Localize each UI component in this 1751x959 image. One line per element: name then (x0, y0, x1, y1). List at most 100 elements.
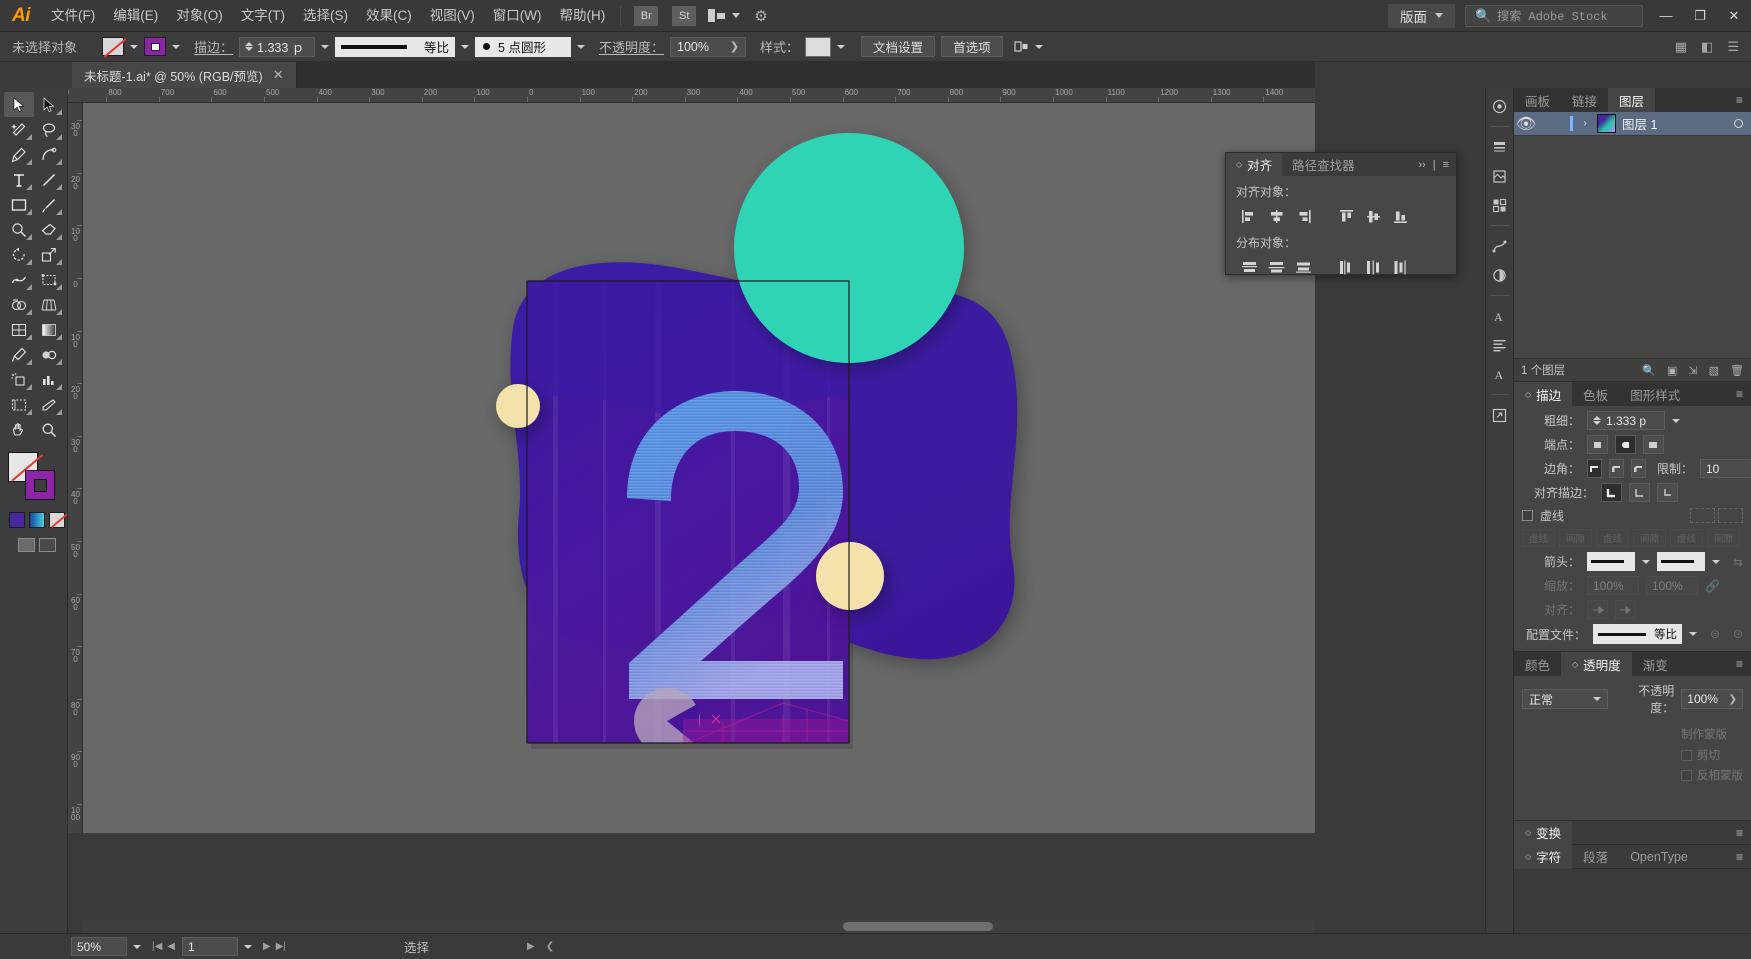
symbol-sprayer-tool[interactable] (4, 367, 34, 392)
document-setup-button[interactable]: 文档设置 (861, 36, 935, 57)
fill-swatch[interactable] (102, 37, 124, 56)
menu-edit[interactable]: 编辑(E) (104, 0, 167, 32)
stroke-color-swatch[interactable] (25, 470, 55, 500)
width-tool[interactable] (4, 267, 34, 292)
miter-limit-input[interactable]: 10 (1700, 459, 1751, 478)
artboard-tool[interactable] (4, 392, 34, 417)
image-trace-icon[interactable] (1488, 234, 1512, 258)
artboard-chevron-down-icon[interactable] (244, 945, 252, 949)
perspective-grid-tool[interactable] (34, 292, 64, 317)
maximize-button[interactable]: ❐ (1683, 0, 1717, 32)
next-artboard-button[interactable]: ▶ (263, 941, 271, 952)
close-button[interactable]: ✕ (1717, 0, 1751, 32)
stock-icon[interactable]: St (672, 6, 696, 26)
hand-tool[interactable] (4, 417, 34, 442)
align-right-button[interactable] (1290, 206, 1317, 226)
horizontal-scroll-thumb[interactable] (843, 922, 993, 931)
delete-layer-icon[interactable]: 🗑 (1730, 364, 1744, 377)
transparency-opacity-input[interactable]: 100% ❯ (1681, 689, 1743, 709)
canvas-area[interactable] (83, 103, 1315, 833)
direct-selection-tool[interactable] (34, 92, 64, 117)
width-profile-select[interactable]: 等比 (1593, 624, 1682, 644)
dash-field-3[interactable]: 虚线 (1670, 529, 1703, 547)
make-mask-button[interactable]: 制作蒙版 (1681, 726, 1743, 742)
type-tool[interactable] (4, 167, 34, 192)
stroke-swatch[interactable] (144, 37, 166, 56)
zoom-chevron-down-icon[interactable] (133, 945, 141, 949)
status-next-icon[interactable]: ▶ (527, 941, 535, 952)
vertical-ruler[interactable]: 3002001000100200300400500600700800900100… (68, 103, 83, 833)
graphic-style-swatch[interactable] (805, 37, 831, 57)
menu-view[interactable]: 视图(V) (421, 0, 484, 32)
character-styles-icon[interactable] (1488, 333, 1512, 357)
stroke-weight-input[interactable]: 1.333 ｐ (239, 37, 315, 57)
tab-opentype[interactable]: OpenType (1619, 845, 1699, 869)
bridge-icon[interactable]: Br (634, 6, 658, 26)
arrow-scale-end-input[interactable]: 100% (1646, 576, 1698, 595)
pen-tool[interactable] (4, 142, 34, 167)
dash-preset-2[interactable] (1718, 508, 1743, 523)
distribute-center-horizontal-button[interactable] (1360, 257, 1387, 277)
layer-target-icon[interactable] (1734, 119, 1743, 128)
create-new-layer-icon[interactable]: ▧ (1709, 364, 1719, 377)
active-tool-label[interactable]: 选择 (404, 937, 429, 956)
tab-artboards[interactable]: 画板 (1514, 88, 1561, 112)
line-segment-tool[interactable] (34, 167, 64, 192)
menu-help[interactable]: 帮助(H) (550, 0, 614, 32)
miter-join-button[interactable] (1587, 459, 1602, 478)
blend-tool[interactable] (34, 342, 64, 367)
transform-panel[interactable]: ◇ 变换 ≡ (1514, 821, 1751, 845)
flip-across-icon[interactable]: ⊝ (1727, 627, 1743, 641)
dash-field-1[interactable]: 虚线 (1522, 529, 1555, 547)
tab-character[interactable]: ◇ 字符 (1514, 845, 1572, 869)
layer-row[interactable]: 👁 › 图层 1 (1514, 112, 1751, 136)
lasso-tool[interactable] (34, 117, 64, 142)
arrange-panel-icon[interactable]: ◧ (1701, 39, 1713, 55)
locate-object-icon[interactable]: 🔍 (1642, 364, 1656, 377)
stroke-panel-menu-icon[interactable]: ≡ (1736, 387, 1751, 401)
tab-graphic-styles[interactable]: 图形样式 (1619, 382, 1691, 406)
distribute-bottom-button[interactable] (1290, 257, 1317, 277)
menu-effect[interactable]: 效果(C) (357, 0, 421, 32)
preferences-button[interactable]: 首选项 (941, 36, 1003, 57)
selection-tool[interactable] (4, 92, 34, 117)
menu-window[interactable]: 窗口(W) (484, 0, 551, 32)
tab-layers[interactable]: 图层 (1608, 88, 1655, 112)
color-guide-icon[interactable] (1488, 263, 1512, 287)
arrange-chevron-down-icon[interactable] (732, 13, 740, 18)
distribute-left-button[interactable] (1333, 257, 1360, 277)
control-panel-menu-icon[interactable]: ☰ (1727, 39, 1739, 55)
tab-stroke[interactable]: ◇ 描边 (1514, 382, 1572, 406)
align-to-selector[interactable] (1009, 37, 1048, 57)
stroke-weight-chevron-down-icon[interactable] (321, 45, 329, 49)
brush-chevron-down-icon[interactable] (577, 45, 585, 49)
gap-field-2[interactable]: 间隙 (1633, 529, 1666, 547)
clip-checkbox[interactable] (1681, 750, 1692, 761)
menu-type[interactable]: 文字(T) (232, 0, 294, 32)
align-center-horizontal-button[interactable] (1263, 206, 1290, 226)
scale-tool[interactable] (34, 242, 64, 267)
transparency-panel-menu-icon[interactable]: ≡ (1736, 657, 1751, 671)
align-stroke-outside-button[interactable] (1657, 483, 1678, 502)
shaper-tool[interactable] (4, 217, 34, 242)
slice-tool[interactable] (34, 392, 64, 417)
libraries-icon[interactable] (1488, 94, 1512, 118)
invert-mask-checkbox[interactable] (1681, 770, 1692, 781)
tab-gradient[interactable]: 渐变 (1632, 652, 1679, 676)
swatches-icon[interactable] (1488, 193, 1512, 217)
stroke-weight-stepper[interactable] (1593, 416, 1601, 425)
fill-stroke-indicator[interactable] (6, 450, 66, 506)
menu-file[interactable]: 文件(F) (42, 0, 104, 32)
round-join-button[interactable] (1609, 459, 1624, 478)
swap-arrowheads-icon[interactable]: ⇆ (1727, 555, 1743, 569)
artboard-number-input[interactable]: 1 (182, 937, 238, 956)
type-panel-menu-icon[interactable]: ≡ (1736, 850, 1751, 864)
stroke-weight-stepper[interactable] (245, 42, 253, 51)
tab-links[interactable]: 链接 (1561, 88, 1608, 112)
align-stroke-inside-button[interactable] (1629, 483, 1650, 502)
align-stroke-center-button[interactable] (1601, 483, 1622, 502)
butt-cap-button[interactable] (1587, 435, 1608, 454)
asset-export-icon[interactable] (1488, 403, 1512, 427)
type-panel[interactable]: ◇ 字符 段落 OpenType ≡ (1514, 845, 1751, 869)
extend-arrow-beyond-end-button[interactable] (1587, 600, 1608, 619)
